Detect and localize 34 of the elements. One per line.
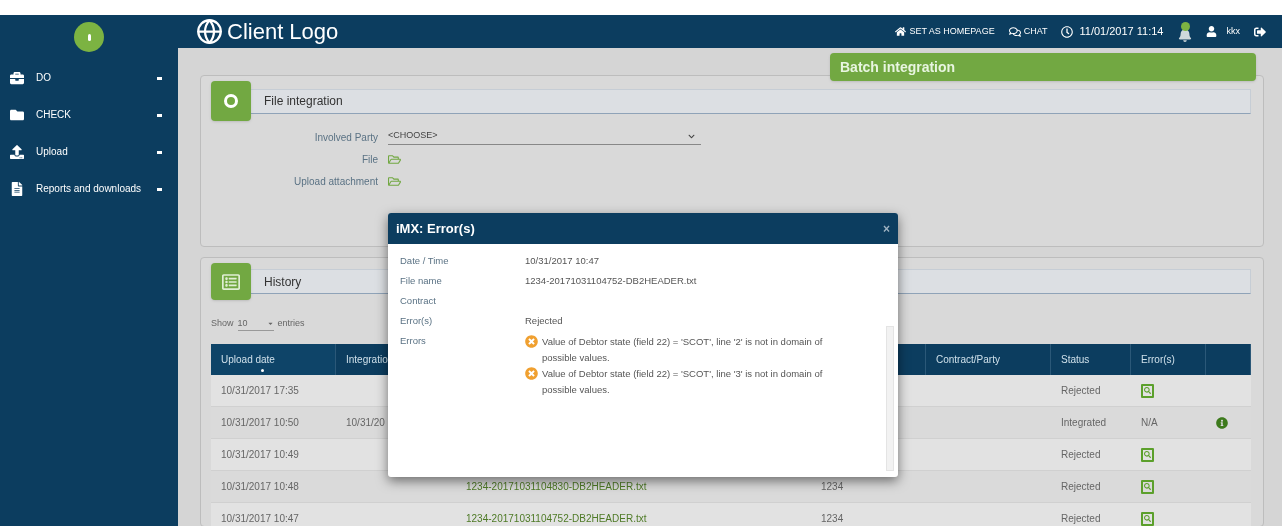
error-message: Value of Debtor state (field 22) = 'SCOT', line '3' is not in domain of possible values.: [542, 367, 824, 397]
client-logo: Client Logo: [227, 18, 339, 46]
field-label: File name: [400, 274, 443, 288]
table-cell: 10/31/20: [346, 417, 385, 428]
dialog-title: iMX: Error(s): [396, 219, 475, 238]
table-cell: 10/31/2017 10:50: [221, 417, 299, 428]
field-label: File: [360, 152, 379, 167]
entries-label: entries: [277, 317, 305, 331]
error-message: Value of Debtor state (field 22) = 'SCOT', line '2' is not in domain of possible values.: [542, 335, 824, 365]
field-label: Date / Time: [400, 254, 450, 268]
field-label: Involved Party: [313, 130, 379, 145]
table-cell: N/A: [1141, 417, 1158, 428]
show-label: Show: [211, 317, 234, 331]
field-label: Contract: [400, 294, 437, 308]
field-value: Rejected: [525, 314, 563, 328]
field-label: Errors: [400, 334, 427, 348]
table-cell: 10/31/2017 10:48: [221, 481, 299, 492]
section-header: File integration: [249, 88, 1251, 114]
table-cell: 1234: [821, 481, 844, 492]
table-cell: Rejected: [1061, 385, 1101, 396]
table-cell: Rejected: [1061, 449, 1101, 460]
table-cell: 1234: [821, 513, 844, 524]
table-cell: 10/31/2017 10:47: [221, 513, 299, 524]
batch-integration-banner: Batch integration: [830, 53, 1256, 81]
table-cell: Rejected: [1061, 481, 1101, 492]
field-label: Upload attachment: [293, 174, 379, 189]
field-label: Error(s): [400, 314, 434, 328]
table-cell: Integrated: [1061, 417, 1107, 428]
field-value: 1234-20171031104752-DB2HEADER.txt: [525, 274, 697, 288]
field-value: 10/31/2017 10:47: [525, 254, 599, 268]
table-cell: Rejected: [1061, 513, 1101, 524]
table-cell: 10/31/2017 10:49: [221, 449, 299, 460]
date-time: 11/01/2017 11:14: [1061, 23, 1164, 40]
table-cell: 10/31/2017 17:35: [221, 385, 299, 396]
